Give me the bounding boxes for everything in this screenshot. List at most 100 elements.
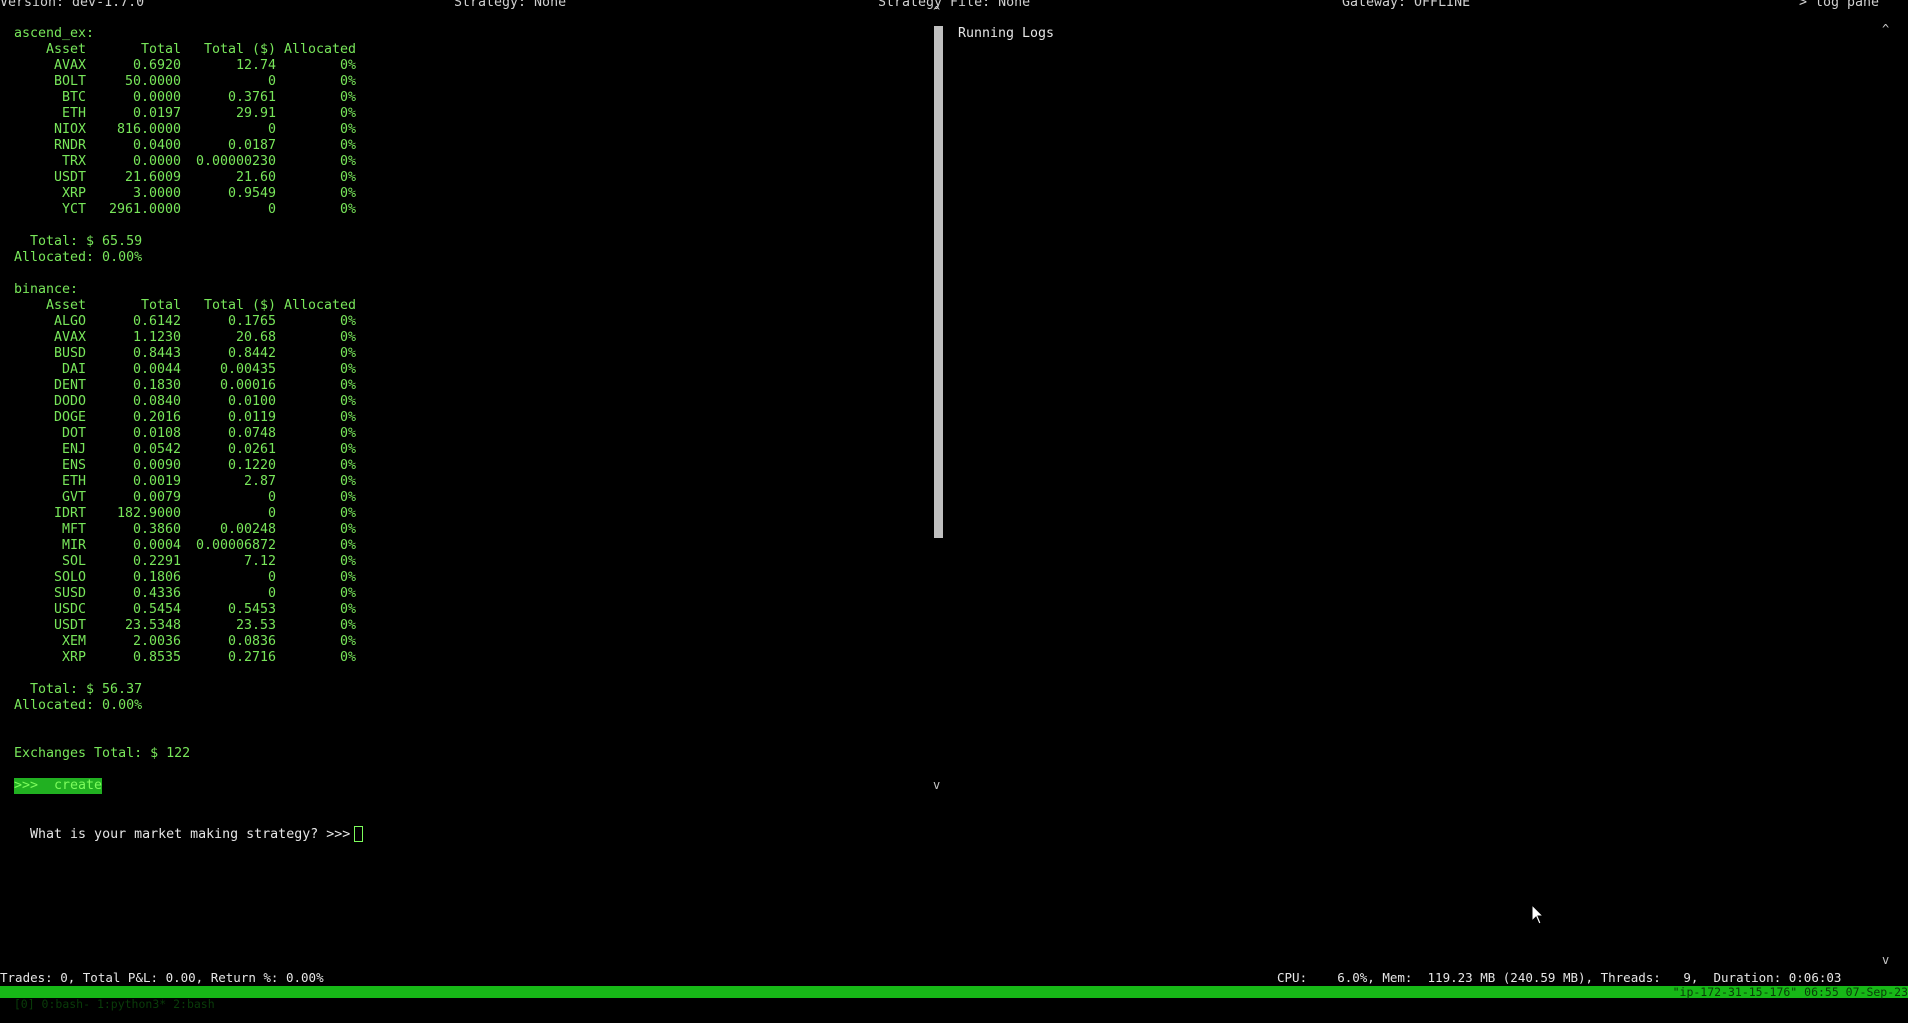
- tmux-status-bar: [0] 0:bash- 1:python3* 2:bash "ip-172-31…: [0, 985, 1908, 1010]
- table-cell: 0%: [339, 154, 356, 169]
- tmux-windows[interactable]: [0] 0:bash- 1:python3* 2:bash: [14, 997, 215, 1011]
- table-cell: 0.1830: [132, 378, 181, 393]
- table-cell: BUSD: [53, 346, 86, 361]
- table-cell: 0.5454: [132, 602, 181, 617]
- table-row: AVAX 0.6920 12.74 0%: [14, 58, 356, 74]
- exchanges-total: Exchanges Total: $ 122: [14, 746, 191, 761]
- table-row: XEM 2.0036 0.0836 0%: [14, 634, 356, 650]
- table-row: DODO 0.0840 0.0100 0%: [14, 394, 356, 410]
- table-cell: USDT: [53, 618, 86, 633]
- gateway-status: Gateway: OFFLINE: [1342, 0, 1471, 10]
- table-cell: 0.0090: [132, 458, 181, 473]
- table-cell: USDT: [53, 170, 86, 185]
- table-cell: SOL: [61, 554, 86, 569]
- table-cell: 0.00006872: [195, 538, 276, 553]
- exchange-allocated: Allocated: 0.00%: [14, 250, 143, 265]
- table-cell: 21.60: [235, 170, 276, 185]
- table-cell: 0.8443: [132, 346, 181, 361]
- table-cell: ETH: [61, 474, 86, 489]
- table-cell: 0.0748: [227, 426, 276, 441]
- table-cell: 0.0100: [227, 394, 276, 409]
- table-cell: SUSD: [53, 586, 86, 601]
- table-cell: AVAX: [53, 58, 86, 73]
- table-cell: 0.3761: [227, 90, 276, 105]
- table-cell: ENS: [61, 458, 86, 473]
- table-row: ETH 0.0019 2.87 0%: [14, 474, 356, 490]
- table-cell: 0: [267, 74, 276, 89]
- table-cell: SOLO: [53, 570, 86, 585]
- system-stats: CPU: 6.0%, Mem: 119.23 MB (240.59 MB), T…: [1277, 970, 1842, 985]
- table-cell: 0.0261: [227, 442, 276, 457]
- table-cell: 0%: [339, 426, 356, 441]
- table-cell: 0.0197: [132, 106, 181, 121]
- pane-scrollbar[interactable]: [934, 26, 943, 538]
- column-header: Total ($): [203, 42, 276, 57]
- log-scroll-up-icon[interactable]: ^: [1882, 22, 1889, 36]
- table-cell: 0.2716: [227, 650, 276, 665]
- table-cell: 0%: [339, 106, 356, 121]
- table-cell: 0%: [339, 458, 356, 473]
- table-cell: 0.0542: [132, 442, 181, 457]
- table-cell: 2961.0000: [108, 202, 181, 217]
- input-prompt: What is your market making strategy? >>>: [30, 827, 351, 842]
- strategy-file-label: Strategy File: None: [878, 0, 1031, 10]
- table-cell: 0.2291: [132, 554, 181, 569]
- table-cell: 0.0836: [227, 634, 276, 649]
- table-row: DOT 0.0108 0.0748 0%: [14, 426, 356, 442]
- table-cell: RNDR: [53, 138, 86, 153]
- column-header: Asset: [45, 298, 86, 313]
- exchange-total: Total: $ 65.59: [30, 234, 143, 249]
- table-cell: 0.0079: [132, 490, 181, 505]
- table-cell: 12.74: [235, 58, 276, 73]
- table-row: GVT 0.0079 0 0%: [14, 490, 356, 506]
- scroll-down-icon[interactable]: v: [933, 778, 940, 792]
- table-row: SOL 0.2291 7.12 0%: [14, 554, 356, 570]
- table-cell: 0.0004: [132, 538, 181, 553]
- table-row: NIOX 816.0000 0 0%: [14, 122, 356, 138]
- table-cell: 2.87: [243, 474, 276, 489]
- command-echo: >>> create: [14, 778, 103, 794]
- table-cell: 1.1230: [132, 330, 181, 345]
- table-cell: DOT: [61, 426, 86, 441]
- table-cell: 0%: [339, 634, 356, 649]
- table-cell: 0%: [339, 330, 356, 345]
- table-row: MFT 0.3860 0.00248 0%: [14, 522, 356, 538]
- table-row: BUSD 0.8443 0.8442 0%: [14, 346, 356, 362]
- column-header: Total ($): [203, 298, 276, 313]
- table-cell: DOGE: [53, 410, 86, 425]
- table-row: USDT 21.6009 21.60 0%: [14, 170, 356, 186]
- table-cell: 0: [267, 506, 276, 521]
- column-header: Total: [140, 42, 181, 57]
- tmux-host-time: "ip-172-31-15-176" 06:55 07-Sep-23: [1672, 985, 1908, 999]
- table-cell: YCT: [61, 202, 86, 217]
- table-cell: 0%: [339, 378, 356, 393]
- table-cell: 0.0119: [227, 410, 276, 425]
- table-header: Asset Total Total ($) Allocated: [14, 42, 356, 58]
- table-cell: 0.2016: [132, 410, 181, 425]
- table-cell: GVT: [61, 490, 86, 505]
- table-cell: 0%: [339, 346, 356, 361]
- table-cell: XEM: [61, 634, 86, 649]
- table-cell: 7.12: [243, 554, 276, 569]
- table-row: TRX 0.0000 0.00000230 0%: [14, 154, 356, 170]
- log-scroll-down-icon[interactable]: v: [1882, 953, 1889, 967]
- table-cell: 0%: [339, 202, 356, 217]
- table-cell: 0.0840: [132, 394, 181, 409]
- table-cell: MIR: [61, 538, 86, 553]
- log-pane-toggle[interactable]: > log pane: [1799, 0, 1879, 10]
- column-header: Allocated: [283, 298, 356, 313]
- table-cell: 0.00435: [219, 362, 276, 377]
- exchange-name: binance:: [14, 282, 79, 297]
- version-label: Version: dev-1.7.0: [0, 0, 145, 10]
- table-row: DOGE 0.2016 0.0119 0%: [14, 410, 356, 426]
- table-cell: 0%: [339, 410, 356, 425]
- table-cell: DAI: [61, 362, 86, 377]
- scroll-up-icon[interactable]: ^: [933, 4, 940, 18]
- table-cell: 0.1220: [227, 458, 276, 473]
- table-cell: 0%: [339, 58, 356, 73]
- input-line[interactable]: What is your market making strategy? >>>: [14, 810, 364, 842]
- table-cell: 0%: [339, 650, 356, 665]
- table-cell: BTC: [61, 90, 86, 105]
- exchange-name: ascend_ex:: [14, 26, 95, 41]
- table-cell: 21.6009: [124, 170, 181, 185]
